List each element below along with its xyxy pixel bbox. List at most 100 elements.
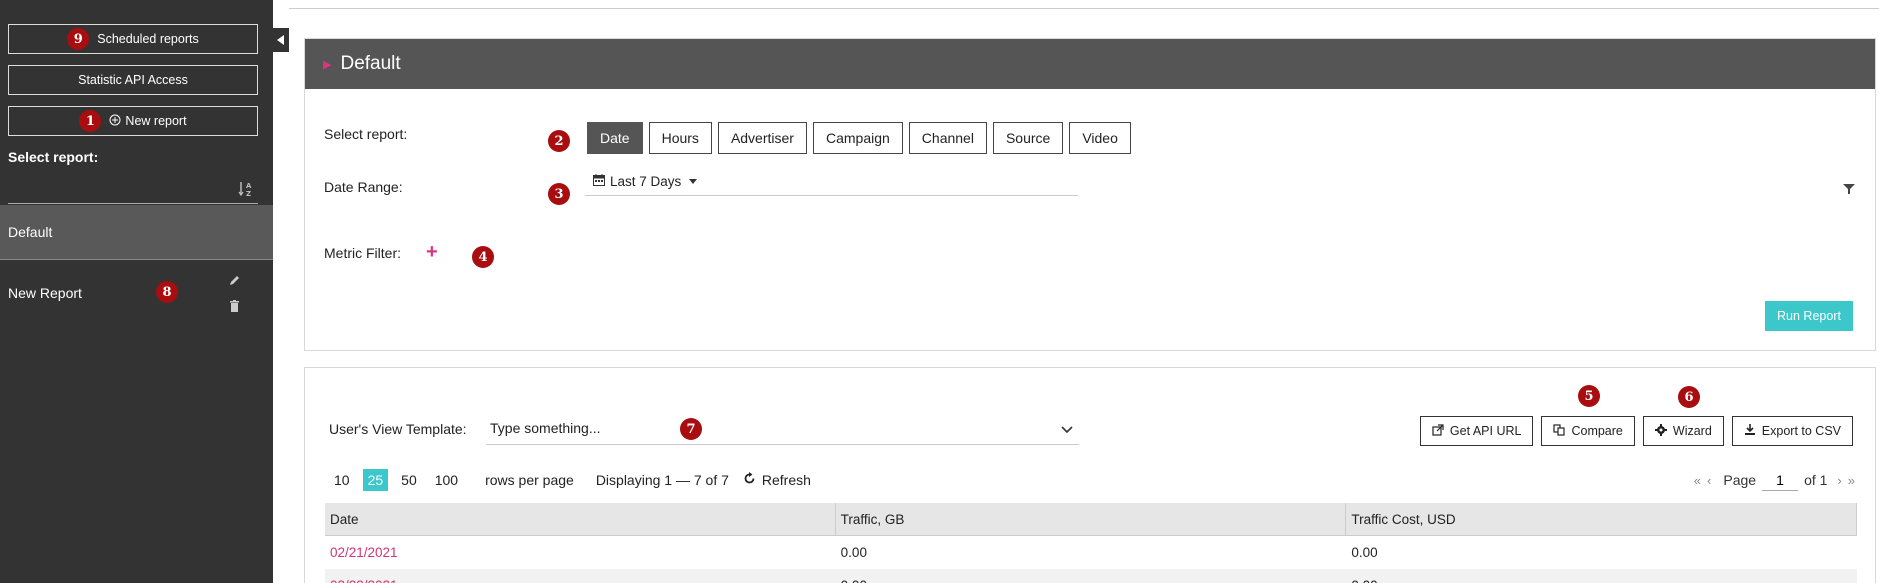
new-report-label: New report (125, 114, 187, 128)
badge-6: 6 (1678, 386, 1700, 408)
plus-circle-icon (109, 114, 121, 129)
filter-icon[interactable] (1843, 183, 1855, 198)
triangle-left-icon (277, 33, 285, 48)
first-page-button[interactable]: « (1694, 473, 1701, 488)
rows-per-page-options: 10 25 50 100 (329, 469, 471, 491)
tab-campaign[interactable]: Campaign (812, 122, 903, 154)
calendar-icon (593, 173, 605, 189)
wizard-button[interactable]: Wizard (1642, 416, 1724, 446)
sidebar: 9 Scheduled reports Statistic API Access… (0, 0, 273, 583)
rows-per-page-25[interactable]: 25 (362, 469, 389, 491)
tab-date[interactable]: Date (587, 122, 643, 154)
compare-label: Compare (1571, 424, 1623, 438)
date-range-label: Date Range: (324, 179, 403, 195)
rows-per-page-control: 10 25 50 100 rows per page Displaying 1 — 7… (329, 469, 811, 491)
next-page-button[interactable]: › (1837, 473, 1841, 488)
badge-8: 8 (156, 281, 178, 303)
refresh-button[interactable]: Refresh (743, 472, 811, 488)
scheduled-reports-label: Scheduled reports (97, 32, 199, 46)
page-number-input[interactable] (1762, 469, 1799, 491)
tab-video[interactable]: Video (1069, 122, 1131, 154)
compare-button[interactable]: Compare (1541, 416, 1635, 446)
refresh-label: Refresh (761, 472, 811, 488)
results-actions: Get API URL Compare Wizard Export to CSV (1419, 416, 1853, 446)
svg-text:Z: Z (246, 190, 251, 198)
results-panel: 5 6 User's View Template: Type something… (304, 367, 1876, 583)
pencil-icon[interactable] (228, 274, 241, 290)
tab-channel[interactable]: Channel (908, 122, 987, 154)
page-label: Page (1723, 472, 1757, 488)
results-table: Date Traffic, GB Traffic Cost, USD 02/21/2… (325, 503, 1858, 583)
metric-filter-label: Metric Filter: (324, 245, 401, 261)
sort-alpha-icon[interactable]: AZ (238, 180, 254, 200)
statistic-api-access-label: Statistic API Access (78, 73, 188, 87)
template-placeholder: Type something... (490, 420, 601, 436)
svg-text:A: A (246, 182, 252, 190)
sidebar-item-new-report[interactable]: New Report 8 (0, 265, 273, 320)
gear-icon (1654, 423, 1667, 439)
badge-5: 5 (1578, 385, 1600, 407)
column-header[interactable]: Date (325, 503, 836, 535)
statistic-api-access-button[interactable]: Statistic API Access (8, 65, 258, 95)
rows-per-page-label: rows per page (485, 472, 574, 488)
page-of-label: of 1 (1804, 472, 1828, 488)
rows-per-page-100[interactable]: 100 (430, 469, 463, 491)
badge-9: 9 (67, 28, 90, 50)
select-report-form-label: Select report: (324, 126, 408, 142)
column-header[interactable]: Traffic, GB (836, 503, 1347, 535)
export-csv-button[interactable]: Export to CSV (1731, 416, 1853, 446)
chevron-down-icon (1061, 422, 1073, 438)
get-api-url-button[interactable]: Get API URL (1419, 416, 1534, 446)
last-page-button[interactable]: » (1848, 473, 1855, 488)
tab-hours[interactable]: Hours (648, 122, 712, 154)
report-search-input[interactable]: AZ (8, 174, 258, 204)
template-label: User's View Template: (329, 421, 467, 437)
displaying-count: Displaying 1 — 7 of 7 (595, 472, 729, 488)
add-metric-filter-button[interactable]: + (426, 242, 438, 262)
table-cell: 0.00 (840, 545, 867, 560)
trash-icon[interactable] (229, 299, 240, 315)
table-header-row: Date Traffic, GB Traffic Cost, USD (325, 503, 1858, 536)
pagination: « ‹ Page of 1 › » (1694, 469, 1855, 491)
report-title: Default (340, 53, 401, 74)
date-link[interactable]: 02/22/2021 (325, 569, 836, 583)
collapse-sidebar-button[interactable] (273, 28, 289, 52)
scheduled-reports-button[interactable]: 9 Scheduled reports (8, 24, 258, 54)
badge-7: 7 (680, 418, 702, 440)
triangle-right-icon: ▶ (323, 58, 332, 71)
external-link-icon (1432, 423, 1444, 439)
sidebar-item-label: Default (8, 224, 53, 240)
compare-icon (1553, 423, 1566, 439)
tab-source[interactable]: Source (992, 122, 1064, 154)
table-cell: 0.00 (836, 569, 1347, 583)
report-type-tabs: Date Hours Advertiser Campaign Channel Source… (587, 122, 1131, 154)
report-panel-header[interactable]: ▶ Default (305, 39, 1875, 89)
date-link[interactable]: 02/21/2021 (325, 536, 836, 569)
get-api-url-label: Get API URL (1449, 424, 1522, 438)
download-icon (1744, 423, 1756, 439)
sidebar-item-default[interactable]: Default (0, 205, 273, 260)
table-row: 02/21/2021 0.00 0.00 (325, 536, 1857, 569)
table-row: 02/22/20210.000.00 (325, 569, 1857, 583)
select-report-label: Select report: (8, 149, 99, 165)
date-range-value: Last 7 Days (610, 173, 682, 189)
previous-page-button[interactable]: ‹ (1707, 473, 1711, 488)
run-report-button[interactable]: Run Report (1765, 301, 1853, 331)
tab-advertiser[interactable]: Advertiser (717, 122, 807, 154)
rows-per-page-50[interactable]: 50 (396, 469, 422, 491)
template-select[interactable]: Type something... 7 (486, 412, 1079, 445)
caret-down-icon (689, 178, 698, 184)
sidebar-item-label: New Report (8, 284, 82, 301)
table-body: 02/21/20210.000.0002/22/20210.000.00 (325, 536, 1857, 583)
export-csv-label: Export to CSV (1761, 424, 1841, 438)
column-header[interactable]: Traffic Cost, USD (1346, 503, 1858, 535)
table-cell: 0.00 (1351, 545, 1378, 560)
date-range-picker[interactable]: Last 7 Days (585, 167, 1078, 196)
badge-4: 4 (472, 246, 494, 268)
wizard-label: Wizard (1672, 424, 1712, 438)
table-cell: 0.00 (1346, 569, 1857, 583)
top-divider (289, 8, 1879, 9)
new-report-button[interactable]: 1 New report (8, 106, 258, 136)
rows-per-page-10[interactable]: 10 (329, 469, 355, 491)
report-panel: ▶ Default Select report: 2 Date Hours Adve… (304, 38, 1876, 351)
